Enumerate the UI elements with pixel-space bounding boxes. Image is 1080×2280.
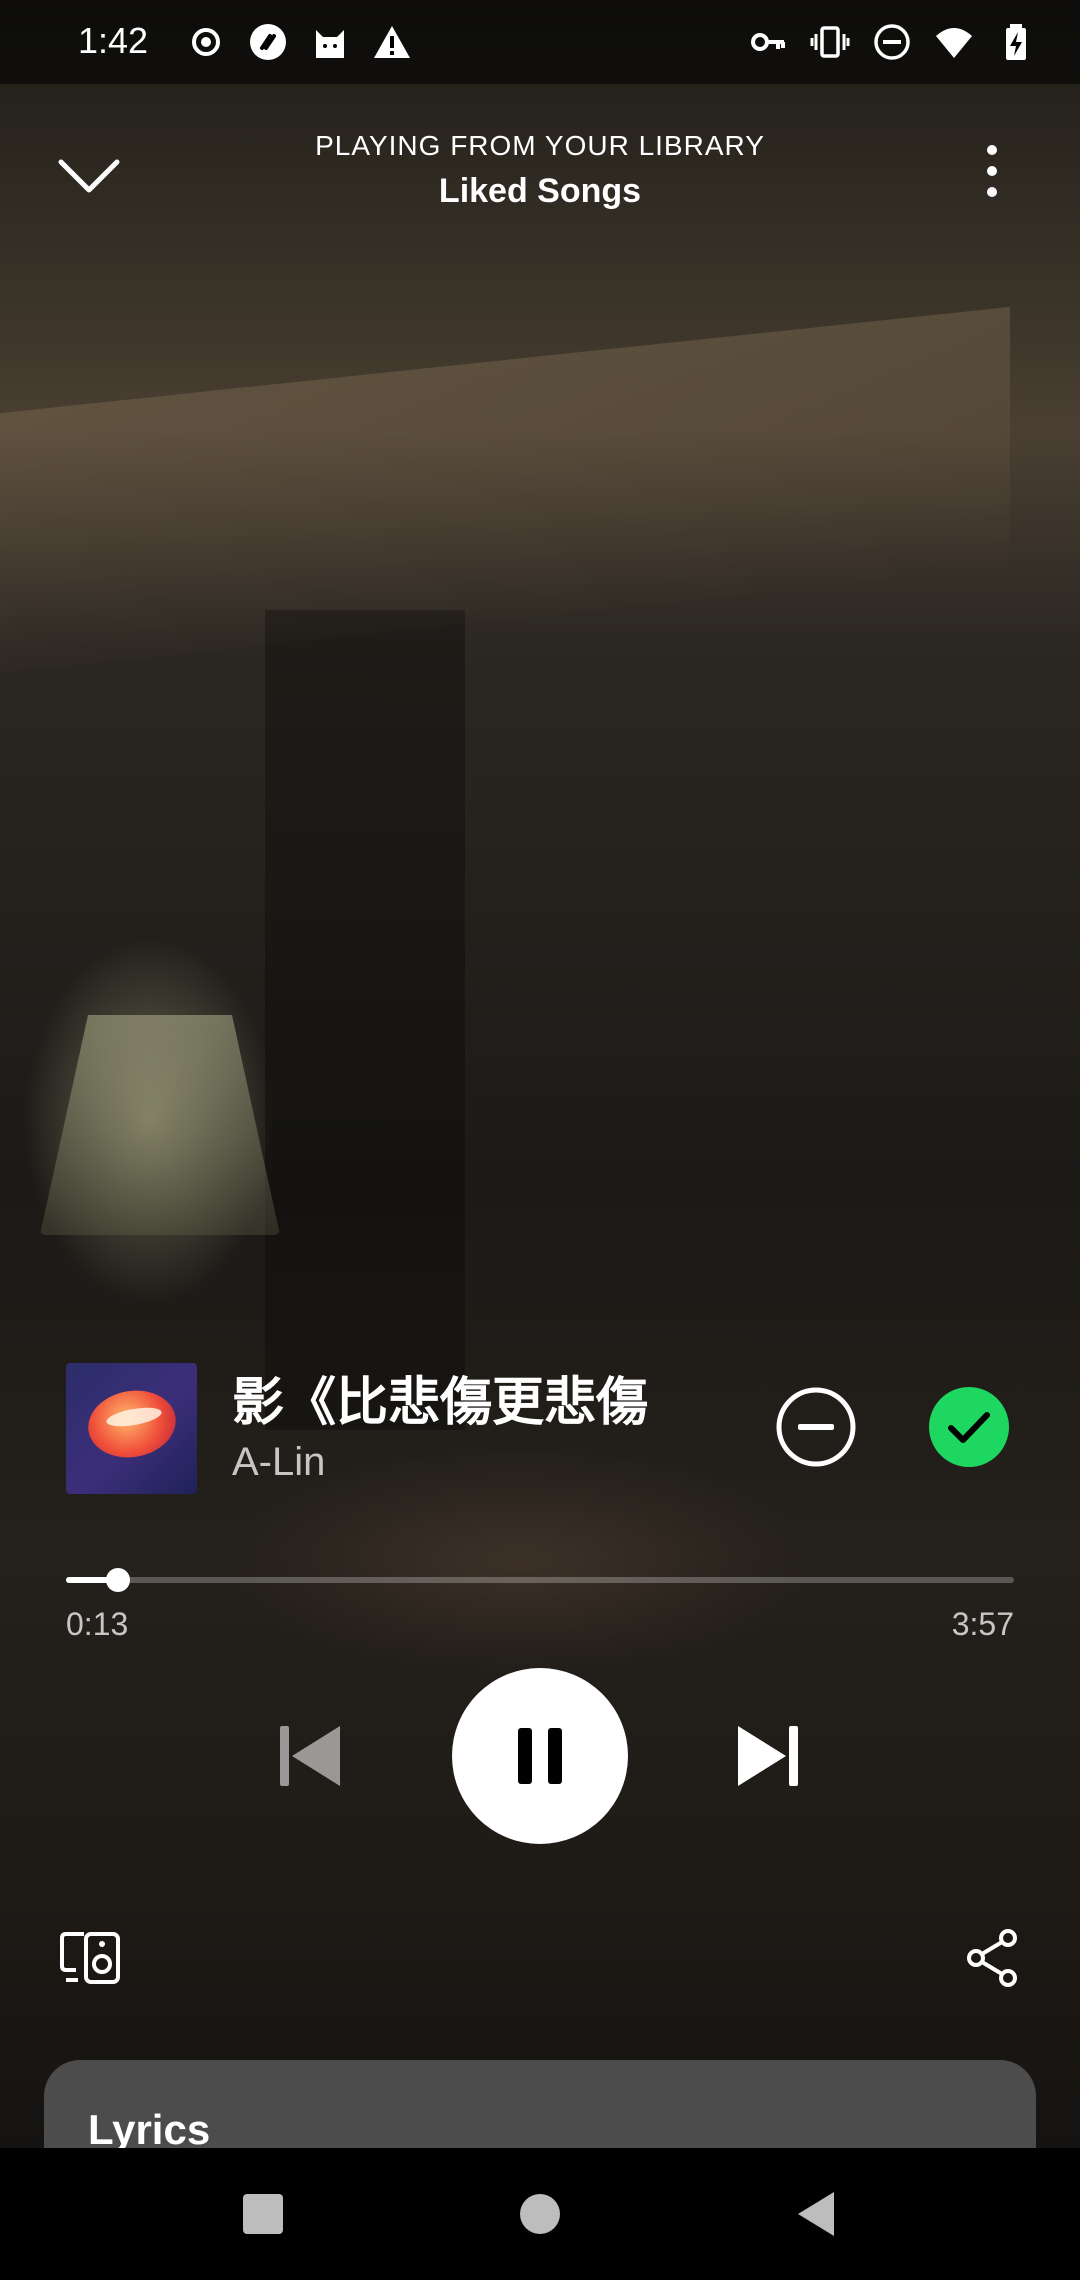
- background-doorway: [265, 610, 465, 1430]
- skip-previous-icon[interactable]: [276, 1720, 344, 1792]
- warning-icon: [374, 26, 410, 58]
- skip-next-icon[interactable]: [734, 1720, 802, 1792]
- track-title[interactable]: 影《比悲傷更悲傷: [232, 1360, 680, 1435]
- hide-song-icon[interactable]: [774, 1385, 858, 1469]
- progress-bar[interactable]: [66, 1568, 1014, 1592]
- pause-button[interactable]: [452, 1668, 628, 1844]
- playlist-name[interactable]: Liked Songs: [0, 172, 1080, 211]
- nav-recents-icon[interactable]: [243, 2194, 283, 2234]
- battery-charging-icon: [1006, 24, 1026, 60]
- wifi-icon: [936, 28, 972, 58]
- lyrics-card[interactable]: Lyrics: [44, 2060, 1036, 2148]
- background-shelf: [0, 306, 1010, 674]
- shazam-icon: [250, 24, 286, 60]
- status-right-icons: [748, 22, 1036, 62]
- do-not-disturb-icon: [874, 24, 910, 60]
- liked-check-icon[interactable]: [927, 1385, 1011, 1469]
- status-left-icons: [186, 22, 412, 62]
- more-options-icon[interactable]: [968, 140, 1016, 202]
- cat-icon: [316, 30, 344, 58]
- lyrics-label: Lyrics: [88, 2106, 211, 2148]
- background-lamp: [40, 1015, 280, 1235]
- nav-back-icon[interactable]: [796, 2190, 836, 2238]
- nav-home-icon[interactable]: [520, 2194, 560, 2234]
- share-icon[interactable]: [964, 1928, 1020, 1988]
- status-bar: 1:42: [0, 0, 1080, 84]
- pause-icon: [518, 1728, 562, 1784]
- connect-devices-icon[interactable]: [60, 1930, 122, 1986]
- record-icon: [192, 28, 220, 56]
- status-time: 1:42: [78, 20, 149, 61]
- progress-thumb[interactable]: [106, 1568, 131, 1592]
- album-art[interactable]: [66, 1363, 197, 1494]
- vibrate-icon: [810, 26, 850, 58]
- track-artist[interactable]: A-Lin: [232, 1440, 325, 1485]
- vpn-key-icon: [751, 33, 785, 51]
- elapsed-time: 0:13: [66, 1606, 129, 1642]
- playing-from-label: PLAYING FROM YOUR LIBRARY: [315, 130, 765, 161]
- total-time: 3:57: [951, 1606, 1014, 1642]
